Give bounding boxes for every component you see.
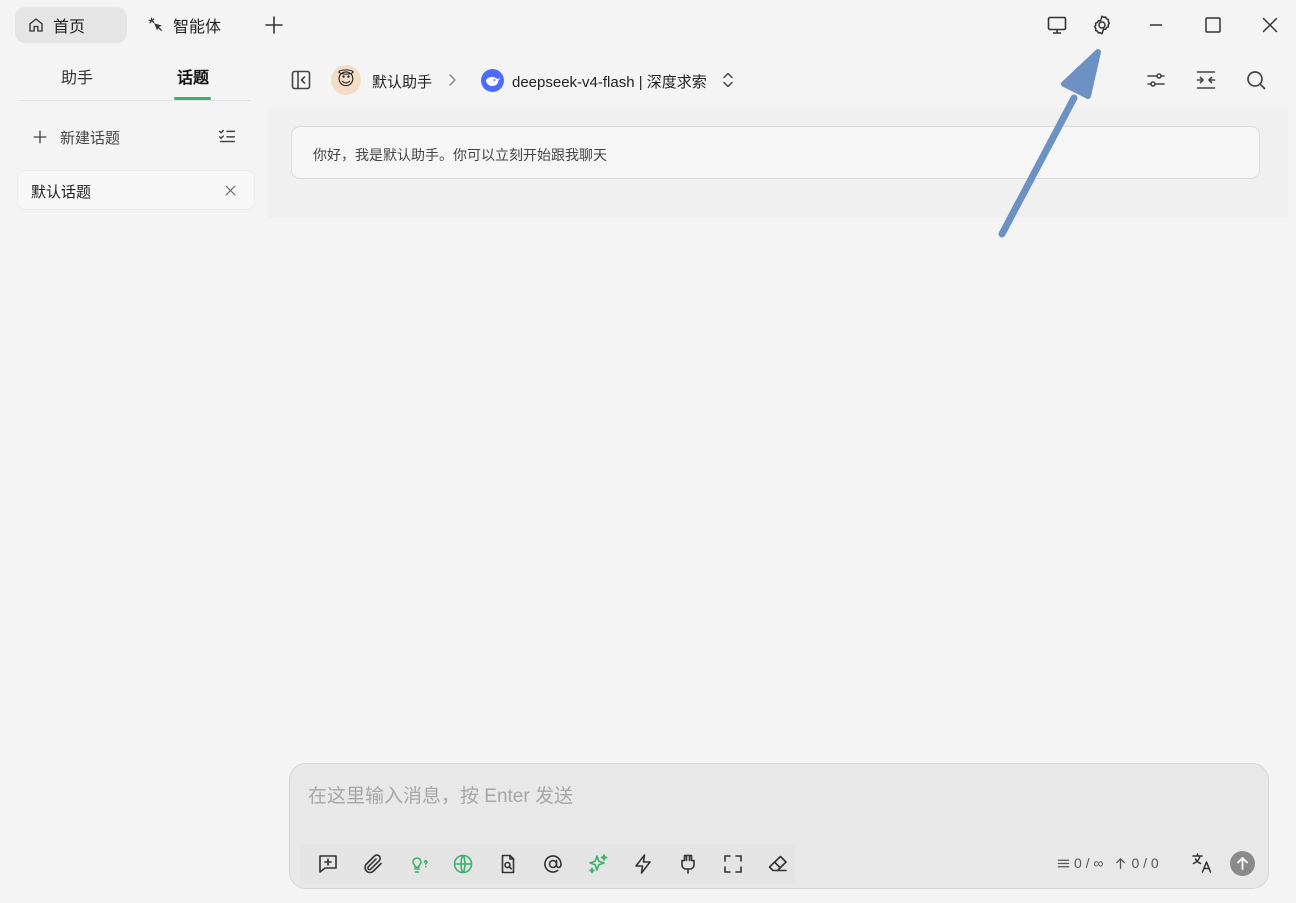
tab-agents-label: 智能体: [173, 19, 222, 36]
message-input[interactable]: [308, 782, 1248, 812]
web-search-icon: [451, 852, 475, 876]
new-topic-tool-button[interactable]: [316, 852, 340, 876]
plus-icon: [262, 13, 286, 37]
arrow-up-icon: [1230, 851, 1255, 876]
tab-home[interactable]: 首页: [15, 7, 127, 43]
mini-window-button[interactable]: [1045, 13, 1069, 37]
model-selector[interactable]: deepseek-v4-flash | 深度求索: [512, 71, 707, 92]
narrow-mode-button[interactable]: [1194, 68, 1218, 92]
welcome-message-text: 你好，我是默认助手。你可以立刻开始跟我聊天: [313, 147, 607, 163]
minimize-icon: [1144, 13, 1168, 37]
knowledge-base-button[interactable]: [496, 852, 520, 876]
checklist-icon: [216, 125, 238, 147]
assistant-name[interactable]: 默认助手: [372, 71, 432, 92]
translate-icon: [1190, 851, 1214, 875]
sliders-icon: [1144, 68, 1168, 92]
welcome-message: 你好，我是默认助手。你可以立刻开始跟我聊天: [291, 126, 1260, 179]
attachment-icon: [361, 852, 385, 876]
minimize-button[interactable]: [1144, 13, 1168, 37]
context-count: 0 / ∞: [1074, 855, 1104, 871]
token-count: 0 / 0: [1131, 855, 1159, 871]
new-topic-tool-icon: [316, 852, 340, 876]
segment-topics[interactable]: 话题: [177, 64, 209, 87]
tab-home-label: 首页: [53, 19, 86, 36]
composer-toolbar: [300, 844, 795, 884]
title-bar: 首页 智能体: [0, 0, 1296, 50]
maximize-icon: [1201, 13, 1225, 37]
mcp-icon: [676, 852, 700, 876]
search-button[interactable]: [1244, 68, 1268, 92]
close-window-button[interactable]: [1258, 13, 1282, 37]
arrow-up-icon: [1113, 856, 1128, 871]
monitor-icon: [1045, 13, 1069, 37]
generate-image-icon: [586, 852, 610, 876]
chevron-updown-icon[interactable]: [720, 70, 736, 90]
add-tab-button[interactable]: [262, 13, 286, 37]
close-icon: [1258, 13, 1282, 37]
attachment-button[interactable]: [361, 852, 385, 876]
toggle-sidebar-button[interactable]: [289, 68, 313, 92]
clear-context-button[interactable]: [766, 852, 790, 876]
sidebar-collapse-icon: [289, 68, 313, 92]
close-icon[interactable]: [223, 183, 238, 198]
quick-phrases-button[interactable]: [631, 852, 655, 876]
new-topic-label: 新建话题: [60, 129, 121, 147]
search-icon: [1244, 68, 1268, 92]
plus-icon: [30, 127, 50, 147]
tab-agents[interactable]: 智能体: [135, 7, 240, 43]
new-topic-button[interactable]: 新建话题: [30, 125, 120, 149]
send-button[interactable]: [1230, 851, 1255, 876]
web-search-button[interactable]: [451, 852, 475, 876]
generate-image-button[interactable]: [586, 852, 610, 876]
mention-button[interactable]: [541, 852, 565, 876]
settings-gear-icon: [1090, 13, 1114, 37]
deepseek-logo-icon: [481, 69, 504, 92]
knowledge-base-icon: [496, 852, 520, 876]
thinking-button[interactable]: [406, 852, 430, 876]
mention-icon: [541, 852, 565, 876]
translate-button[interactable]: [1190, 851, 1214, 875]
context-lines-icon: [1056, 856, 1071, 871]
clear-icon: [766, 852, 790, 876]
chat-main: 😇 默认助手 deepseek-v4-flash | 深度求索 你好，我是默认助…: [268, 50, 1296, 903]
topics-sidebar: 助手 话题 新建话题 默认话题: [0, 50, 268, 903]
segment-assistants[interactable]: 助手: [61, 64, 93, 87]
topic-item[interactable]: 默认话题: [17, 170, 255, 210]
manage-topics-button[interactable]: [216, 125, 238, 147]
home-icon: [27, 16, 45, 34]
message-composer: 0 / ∞ 0 / 0: [289, 763, 1269, 889]
mcp-button[interactable]: [676, 852, 700, 876]
fullscreen-icon: [721, 852, 745, 876]
chat-settings-button[interactable]: [1144, 68, 1168, 92]
fullscreen-button[interactable]: [721, 852, 745, 876]
maximize-button[interactable]: [1201, 13, 1225, 37]
settings-button[interactable]: [1090, 13, 1114, 37]
sparkle-cursor-icon: [147, 16, 165, 34]
quick-phrases-icon: [631, 852, 655, 876]
narrow-mode-icon: [1194, 68, 1218, 92]
chevron-right-icon: [445, 72, 459, 88]
thinking-icon: [406, 852, 430, 876]
topic-item-label: 默认话题: [31, 184, 92, 201]
token-counters: 0 / ∞ 0 / 0: [1053, 854, 1159, 872]
segment-divider: [18, 100, 251, 101]
avatar[interactable]: 😇: [331, 65, 361, 95]
